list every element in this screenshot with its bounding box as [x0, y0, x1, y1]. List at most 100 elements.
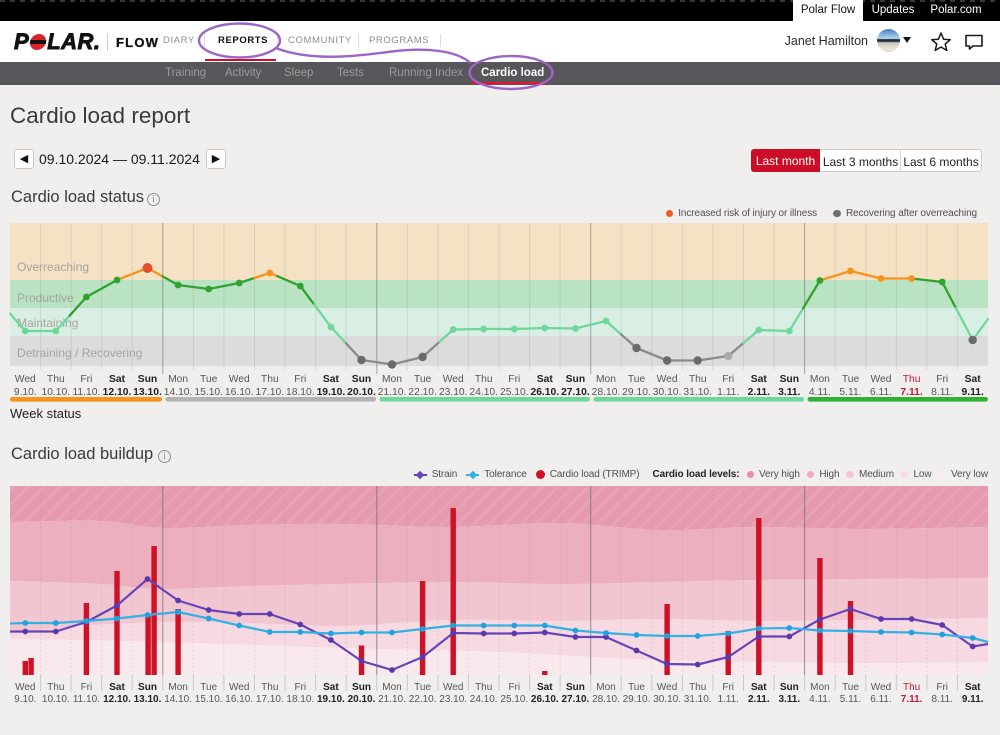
svg-text:18.10.: 18.10.	[286, 387, 315, 398]
svg-text:Tue: Tue	[200, 374, 218, 385]
svg-text:Thu: Thu	[903, 374, 921, 385]
svg-text:Fri: Fri	[722, 682, 734, 693]
svg-text:Overreaching: Overreaching	[17, 260, 89, 274]
svg-text:25.10.: 25.10.	[500, 387, 529, 398]
svg-text:4.11.: 4.11.	[809, 694, 831, 705]
svg-text:9.10.: 9.10.	[14, 694, 36, 705]
svg-text:Fri: Fri	[508, 682, 520, 693]
svg-text:Sat: Sat	[537, 682, 553, 693]
svg-text:Sat: Sat	[751, 374, 768, 385]
svg-text:Mon: Mon	[168, 682, 187, 693]
svg-text:Fri: Fri	[722, 374, 734, 385]
svg-text:12.10.: 12.10.	[103, 694, 131, 705]
svg-text:25.10.: 25.10.	[500, 694, 528, 705]
svg-text:17.10.: 17.10.	[255, 387, 284, 398]
svg-text:26.10.: 26.10.	[531, 694, 559, 705]
svg-text:27.10.: 27.10.	[561, 387, 590, 398]
svg-text:29.10.: 29.10.	[622, 387, 651, 398]
svg-text:Wed: Wed	[657, 374, 678, 385]
svg-text:Thu: Thu	[475, 682, 492, 693]
svg-text:Mon: Mon	[168, 374, 188, 385]
svg-text:3.11.: 3.11.	[778, 694, 800, 705]
svg-text:1.11.: 1.11.	[717, 387, 739, 398]
svg-text:7.11.: 7.11.	[900, 387, 922, 398]
svg-text:Tue: Tue	[842, 682, 859, 693]
svg-text:Fri: Fri	[80, 374, 92, 385]
svg-text:Wed: Wed	[229, 374, 250, 385]
svg-text:Sat: Sat	[537, 374, 554, 385]
svg-text:Mon: Mon	[810, 682, 829, 693]
svg-text:15.10.: 15.10.	[194, 387, 223, 398]
svg-text:1.11.: 1.11.	[717, 694, 739, 705]
svg-text:12.10.: 12.10.	[103, 387, 132, 398]
svg-text:22.10.: 22.10.	[408, 387, 437, 398]
svg-text:30.10.: 30.10.	[653, 387, 682, 398]
svg-text:Sat: Sat	[751, 682, 767, 693]
svg-text:Mon: Mon	[382, 682, 401, 693]
svg-text:Sat: Sat	[323, 682, 339, 693]
svg-text:18.10.: 18.10.	[286, 694, 314, 705]
svg-text:9.11.: 9.11.	[962, 387, 984, 398]
svg-text:5.11.: 5.11.	[839, 387, 861, 398]
svg-text:Tue: Tue	[628, 374, 646, 385]
svg-text:20.10.: 20.10.	[348, 694, 376, 705]
svg-text:Sat: Sat	[965, 374, 982, 385]
svg-text:Wed: Wed	[443, 682, 463, 693]
svg-text:Tue: Tue	[842, 374, 860, 385]
svg-text:Sun: Sun	[138, 374, 157, 385]
svg-text:Productive: Productive	[17, 291, 74, 305]
svg-text:Sat: Sat	[109, 374, 126, 385]
svg-text:19.10.: 19.10.	[317, 694, 345, 705]
svg-text:23.10.: 23.10.	[439, 387, 468, 398]
svg-text:9.11.: 9.11.	[962, 694, 984, 705]
svg-text:Tue: Tue	[628, 682, 645, 693]
svg-text:Thu: Thu	[47, 682, 64, 693]
svg-text:8.11.: 8.11.	[931, 387, 953, 398]
svg-text:28.10.: 28.10.	[592, 387, 621, 398]
svg-text:Tue: Tue	[200, 682, 217, 693]
svg-text:Fri: Fri	[294, 682, 306, 693]
svg-text:Thu: Thu	[261, 682, 278, 693]
svg-text:14.10.: 14.10.	[164, 387, 193, 398]
svg-text:Sat: Sat	[323, 374, 340, 385]
svg-text:Thu: Thu	[475, 374, 493, 385]
svg-text:17.10.: 17.10.	[256, 694, 284, 705]
svg-text:Sun: Sun	[780, 682, 799, 693]
svg-text:Thu: Thu	[689, 374, 707, 385]
svg-text:10.10.: 10.10.	[41, 387, 70, 398]
svg-text:11.10.: 11.10.	[72, 387, 100, 398]
svg-text:21.10.: 21.10.	[378, 387, 407, 398]
svg-text:2.11.: 2.11.	[748, 694, 770, 705]
svg-text:23.10.: 23.10.	[439, 694, 467, 705]
svg-text:Fri: Fri	[936, 682, 948, 693]
svg-text:Mon: Mon	[596, 374, 616, 385]
svg-text:2.11.: 2.11.	[748, 387, 770, 398]
svg-text:20.10.: 20.10.	[347, 387, 376, 398]
svg-text:7.11.: 7.11.	[901, 694, 923, 705]
svg-text:14.10.: 14.10.	[164, 694, 192, 705]
svg-text:Thu: Thu	[903, 682, 920, 693]
svg-text:8.11.: 8.11.	[931, 694, 953, 705]
svg-text:Fri: Fri	[936, 374, 948, 385]
svg-text:24.10.: 24.10.	[470, 694, 498, 705]
svg-text:13.10.: 13.10.	[134, 694, 162, 705]
svg-text:Sat: Sat	[965, 682, 981, 693]
svg-text:Tue: Tue	[414, 682, 431, 693]
svg-text:Sat: Sat	[109, 682, 125, 693]
svg-text:Wed: Wed	[657, 682, 677, 693]
svg-text:5.11.: 5.11.	[840, 694, 862, 705]
svg-text:19.10.: 19.10.	[317, 387, 346, 398]
svg-text:10.10.: 10.10.	[42, 694, 70, 705]
svg-text:Wed: Wed	[15, 374, 36, 385]
svg-text:Mon: Mon	[596, 682, 615, 693]
svg-text:21.10.: 21.10.	[378, 694, 406, 705]
svg-text:Mon: Mon	[810, 374, 830, 385]
svg-text:Sun: Sun	[138, 682, 157, 693]
svg-text:Sun: Sun	[352, 682, 371, 693]
svg-text:Wed: Wed	[229, 682, 249, 693]
svg-text:Fri: Fri	[81, 682, 93, 693]
svg-text:27.10.: 27.10.	[561, 694, 589, 705]
svg-text:Mon: Mon	[382, 374, 402, 385]
svg-text:13.10.: 13.10.	[133, 387, 162, 398]
svg-text:4.11.: 4.11.	[809, 387, 831, 398]
